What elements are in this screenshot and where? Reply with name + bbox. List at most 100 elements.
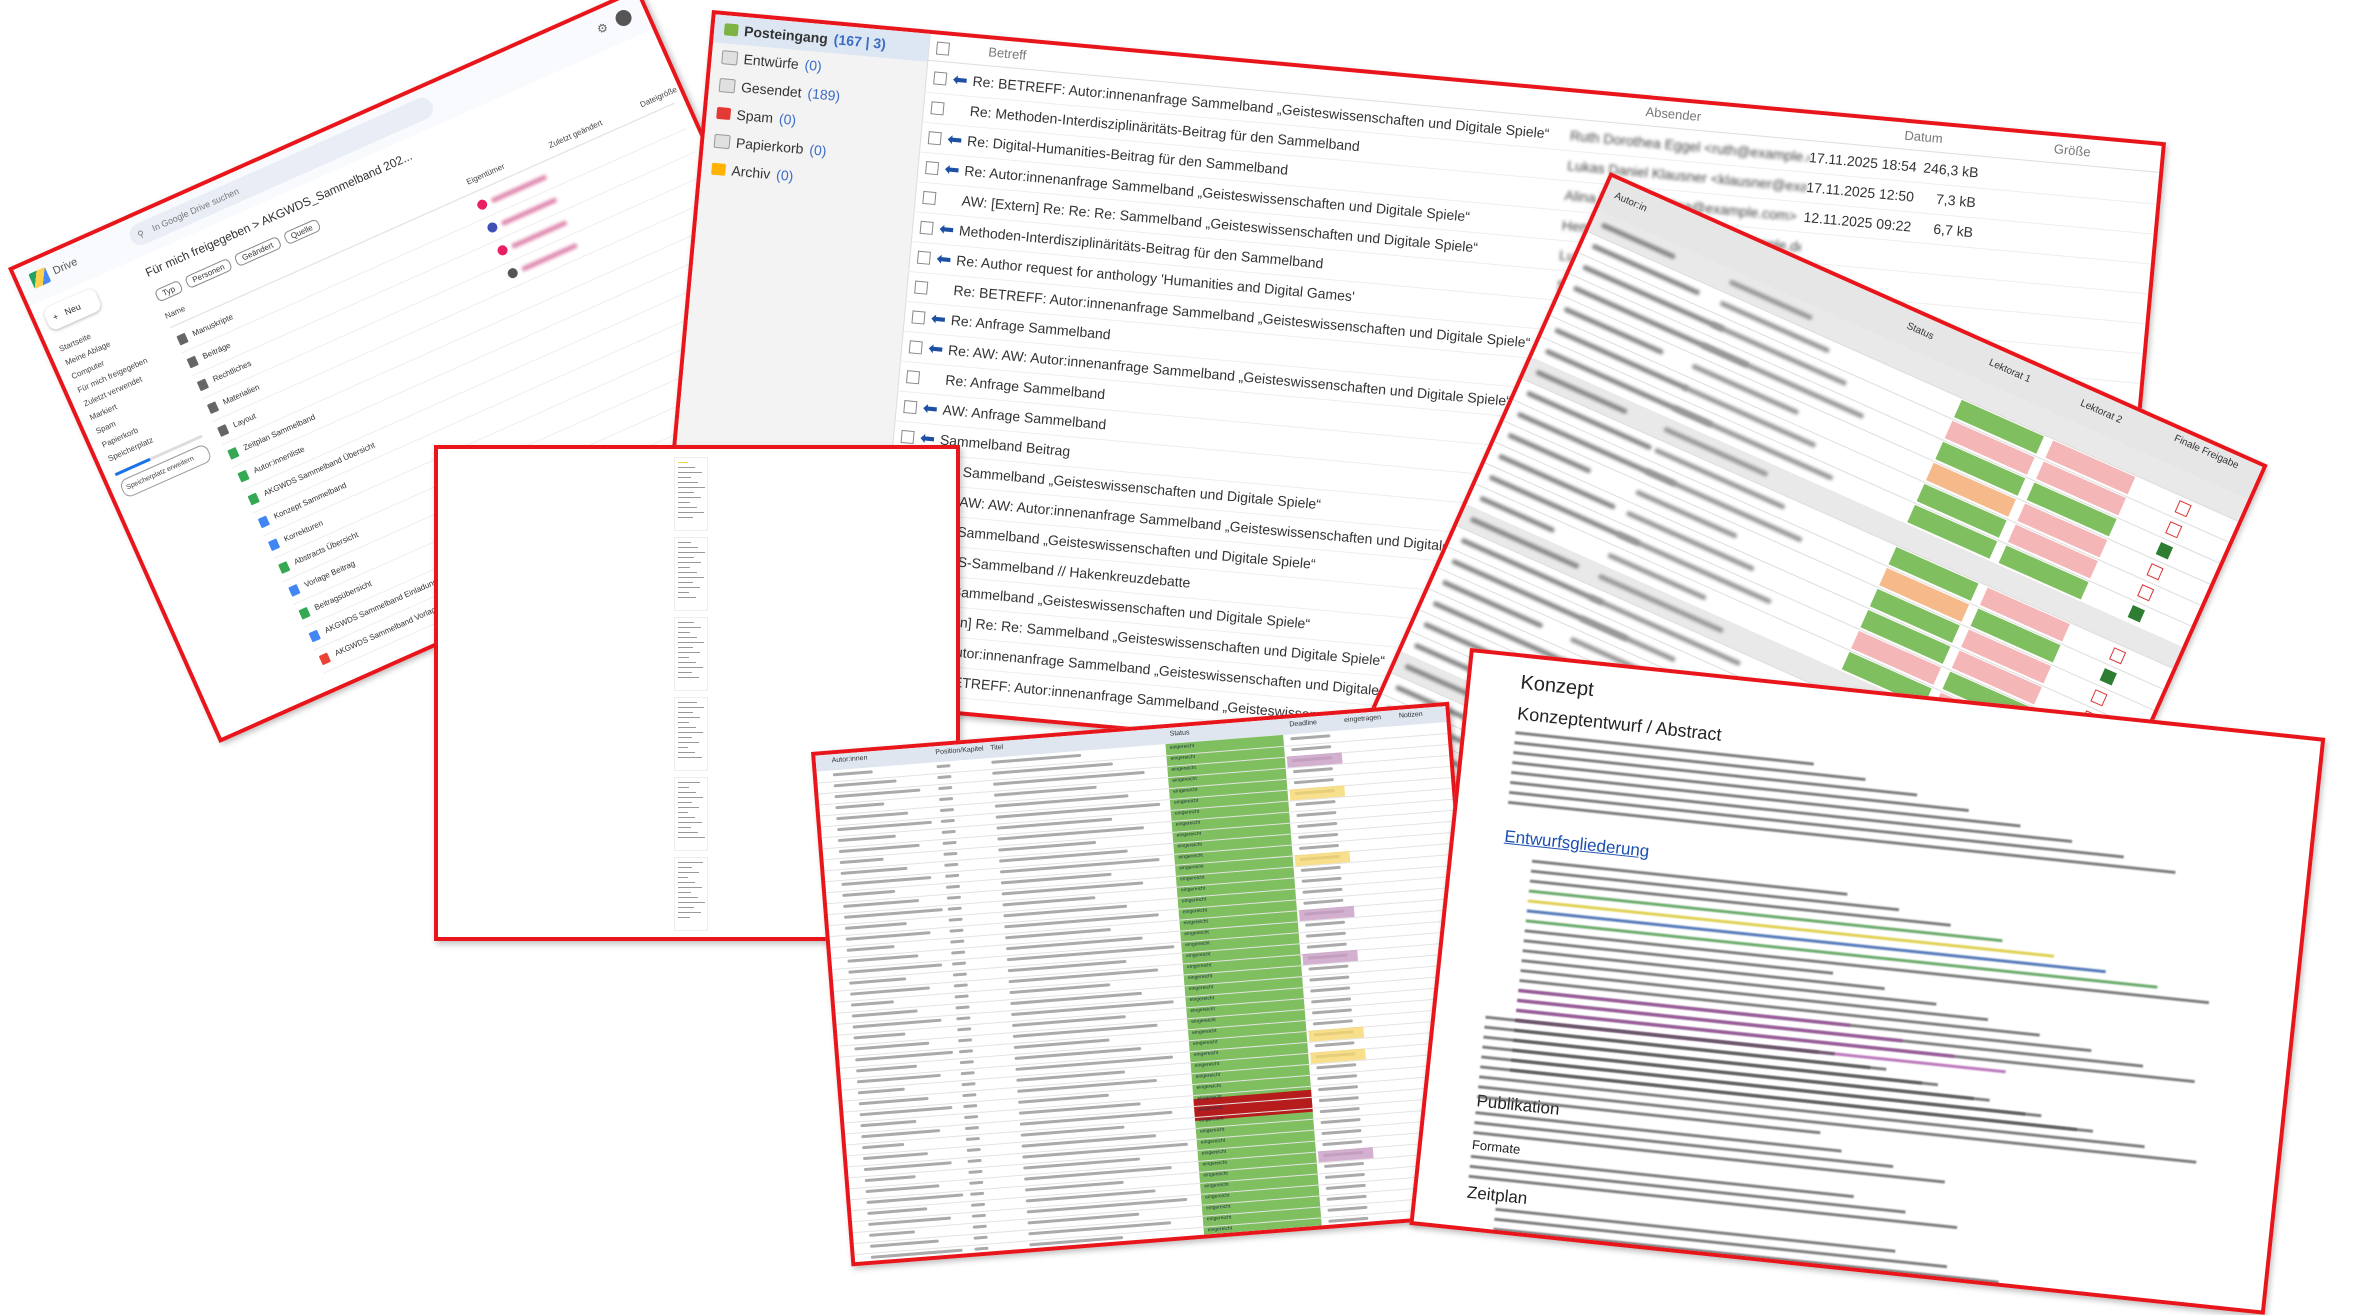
page-thumbnail[interactable] xyxy=(674,777,708,851)
text-line xyxy=(678,647,693,648)
unchecked-checkbox[interactable] xyxy=(2090,689,2108,707)
replied-arrow-icon xyxy=(934,288,954,290)
col-subject[interactable]: Betreff xyxy=(988,44,1027,62)
text-line xyxy=(678,837,705,838)
deadline-cell-text xyxy=(1314,1041,1355,1048)
row-checkbox[interactable] xyxy=(919,220,934,235)
owner-avatar xyxy=(485,220,499,235)
page-thumbnail[interactable] xyxy=(674,537,708,611)
position-cell-text xyxy=(951,950,966,955)
col-author: Autor:in xyxy=(1612,190,1649,215)
author-cell-text xyxy=(867,1207,928,1215)
search-icon: ⚲ xyxy=(135,228,147,240)
page-thumbnail[interactable] xyxy=(674,617,708,691)
author-cell-text xyxy=(871,1262,927,1267)
position-cell-text xyxy=(956,1016,971,1021)
position-cell-text xyxy=(947,906,962,911)
col-from[interactable]: Absender xyxy=(1645,104,1702,124)
inbox-icon xyxy=(723,23,739,37)
author-cell-text xyxy=(832,770,873,777)
row-checkbox[interactable] xyxy=(922,190,937,205)
col-name[interactable]: Name xyxy=(164,304,187,321)
row-checkbox[interactable] xyxy=(906,369,921,384)
deadline-cell-text xyxy=(1301,876,1342,883)
row-checkbox[interactable] xyxy=(911,309,926,325)
text-line xyxy=(678,822,702,823)
checked-checkbox[interactable] xyxy=(2155,542,2173,560)
text-line xyxy=(678,862,703,863)
text-line xyxy=(678,482,698,483)
row-checkbox[interactable] xyxy=(933,70,948,86)
archive-icon xyxy=(711,162,727,176)
col-date[interactable]: Datum xyxy=(1904,128,1943,146)
unchecked-checkbox[interactable] xyxy=(2137,584,2155,602)
row-checkbox[interactable] xyxy=(925,160,940,175)
row-checkbox[interactable] xyxy=(927,130,942,145)
position-cell-text xyxy=(945,884,961,889)
col-size[interactable]: Dateigröße xyxy=(639,85,679,109)
heading-zeitplan: Zeitplan xyxy=(1466,1182,1529,1208)
heading-formate: Formate xyxy=(1471,1136,1522,1157)
folder-count: (189) xyxy=(806,85,841,104)
page-thumbnail[interactable] xyxy=(674,457,708,531)
text-line xyxy=(678,562,701,563)
status-value: eingereicht xyxy=(1204,1181,1229,1190)
status-value: eingereicht xyxy=(1179,863,1204,872)
unchecked-checkbox[interactable] xyxy=(2165,521,2183,539)
row-checkbox[interactable] xyxy=(908,339,923,354)
folder-icon xyxy=(176,332,189,346)
mail-date xyxy=(1801,247,1911,257)
row-checkbox[interactable] xyxy=(900,429,915,444)
position-cell-text xyxy=(969,1180,984,1185)
position-cell-text xyxy=(955,1005,970,1010)
position-cell-text xyxy=(954,994,969,999)
mail-size: 6,7 kB xyxy=(1932,220,1974,241)
text-line xyxy=(678,592,689,593)
row-checkbox[interactable] xyxy=(930,100,945,115)
unchecked-checkbox[interactable] xyxy=(2146,563,2164,581)
select-all-checkbox[interactable] xyxy=(935,41,951,56)
checked-checkbox[interactable] xyxy=(2099,668,2117,686)
col-owner[interactable]: Eigentümer xyxy=(465,162,506,187)
heading-gliederung: Entwurfsgliederung xyxy=(1503,826,1651,861)
page-thumbnail[interactable] xyxy=(674,697,708,771)
author-cell-text xyxy=(862,1152,928,1161)
position-cell-text xyxy=(938,786,953,791)
replied-arrow-icon: ⬅ xyxy=(927,337,945,359)
avatar[interactable] xyxy=(612,7,635,29)
col-size[interactable]: Größe xyxy=(2053,141,2091,159)
folder-count: (0) xyxy=(803,56,823,75)
heading-abstract: Konzeptentwurf / Abstract xyxy=(1516,703,1723,745)
doc-text-line xyxy=(1491,1247,2103,1315)
text-line xyxy=(678,832,698,833)
page-thumbnail[interactable] xyxy=(674,857,708,931)
text-line xyxy=(678,642,704,643)
settings-icon[interactable]: ⚙ xyxy=(595,20,611,37)
col-deadline: Deadline xyxy=(1289,719,1318,729)
position-cell-text xyxy=(944,862,959,867)
row-checkbox[interactable] xyxy=(914,280,929,295)
checked-checkbox[interactable] xyxy=(2127,605,2145,623)
position-cell-text xyxy=(957,1027,972,1032)
position-cell-text xyxy=(963,1104,978,1109)
status-value: eingereicht xyxy=(1186,962,1212,971)
konzept-document: Konzept Konzeptentwurf / Abstract Entwur… xyxy=(1409,648,2326,1315)
col-notes: Notizen xyxy=(1398,710,1423,720)
row-checkbox[interactable] xyxy=(916,250,932,265)
mail-date: 17.11.2025 18:54 xyxy=(1808,149,1918,175)
row-checkbox[interactable] xyxy=(903,399,918,414)
unchecked-checkbox[interactable] xyxy=(2174,500,2192,518)
unchecked-checkbox[interactable] xyxy=(2109,647,2127,665)
text-line xyxy=(678,747,688,748)
filter-chip[interactable]: Quelle xyxy=(282,218,322,246)
status-value: eingereicht xyxy=(1183,918,1209,927)
position-cell-text xyxy=(961,1082,976,1087)
position-cell-text xyxy=(946,895,961,900)
spam-icon xyxy=(716,106,732,121)
filter-chip[interactable]: Typ xyxy=(153,279,184,303)
position-cell-text xyxy=(949,928,964,933)
status-value: eingereicht xyxy=(1201,1148,1227,1157)
status-value: eingereicht xyxy=(1191,1028,1217,1036)
text-line xyxy=(678,787,689,788)
position-cell-text xyxy=(950,939,965,944)
